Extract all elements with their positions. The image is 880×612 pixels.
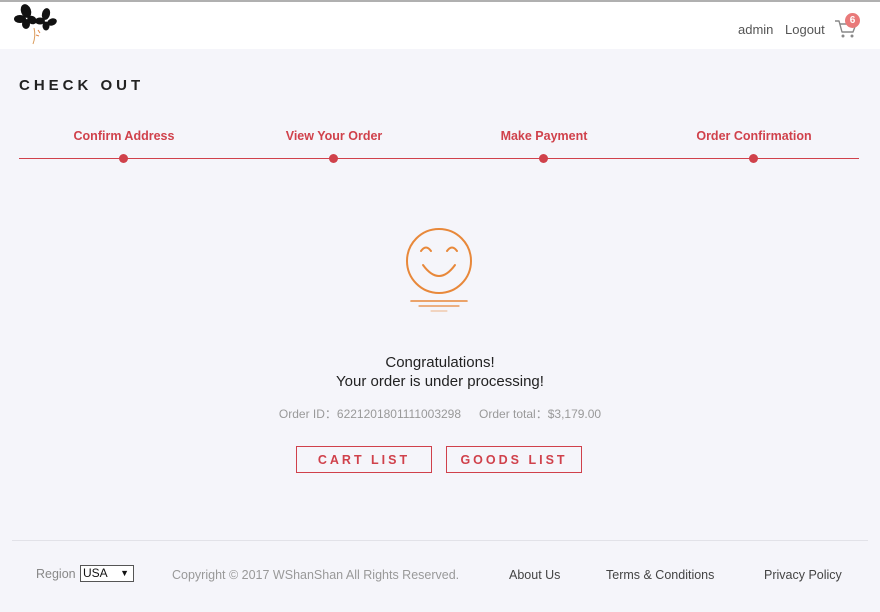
privacy-policy-link[interactable]: Privacy Policy <box>764 568 842 582</box>
order-total: Order total：$3,179.00 <box>479 407 602 421</box>
goods-list-button[interactable]: GOODS LIST <box>446 446 582 473</box>
logout-link[interactable]: Logout <box>785 22 825 37</box>
congrats-message: Congratulations! <box>385 354 495 371</box>
order-info: Order ID：6221201801111003298 Order total：… <box>0 405 880 422</box>
processing-message: Your order is under processing! <box>336 373 544 390</box>
step-make-payment: Make Payment <box>500 129 588 143</box>
about-us-link[interactable]: About Us <box>509 568 560 582</box>
step-dot <box>119 154 128 163</box>
region-label: Region <box>36 567 76 581</box>
step-order-confirmation: Order Confirmation <box>696 129 812 143</box>
step-view-your-order: View Your Order <box>285 129 383 143</box>
terms-link[interactable]: Terms & Conditions <box>606 568 714 582</box>
copyright-text: Copyright © 2017 WShanShan All Rights Re… <box>172 568 460 582</box>
step-dot <box>749 154 758 163</box>
page-title: CHECK OUT <box>19 77 145 94</box>
region-select[interactable]: USA ▼ <box>80 565 134 582</box>
cart-list-button[interactable]: CART LIST <box>296 446 432 473</box>
step-dot <box>329 154 338 163</box>
cart-count-badge: 6 <box>845 13 860 28</box>
top-header: admin Logout 6 <box>0 0 880 49</box>
step-confirm-address: Confirm Address <box>73 129 175 143</box>
footer-divider <box>12 540 868 541</box>
flower-logo[interactable] <box>12 2 64 48</box>
progress-line <box>19 158 859 159</box>
smiley-icon <box>406 228 472 312</box>
step-dot <box>539 154 548 163</box>
region-value: USA <box>83 566 108 580</box>
select-arrow-icon: ▼ <box>120 568 129 578</box>
username: admin <box>738 22 774 37</box>
order-id: Order ID：6221201801111003298 <box>278 407 462 421</box>
